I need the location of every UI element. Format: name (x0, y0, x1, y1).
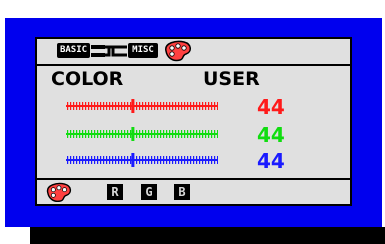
slider-knob[interactable] (131, 99, 135, 113)
channel-bar: R G B (37, 178, 350, 204)
green-channel-button[interactable]: G (141, 184, 157, 200)
osd-screen: BASIC MISC COLOR USER 44 44 44 R G B (35, 37, 352, 206)
slider-knob[interactable] (131, 153, 135, 167)
tab-basic[interactable]: BASIC (57, 43, 90, 58)
connector-icon (91, 45, 127, 57)
frame-shadow (30, 227, 385, 244)
red-value: 44 (257, 95, 285, 119)
palette-icon (46, 182, 72, 203)
palette-icon[interactable] (162, 40, 192, 62)
user-label: USER (203, 68, 260, 90)
green-value: 44 (257, 123, 285, 147)
tab-misc[interactable]: MISC (128, 43, 158, 58)
blue-value: 44 (257, 149, 285, 173)
green-slider[interactable] (66, 127, 218, 141)
blue-channel-button[interactable]: B (174, 184, 190, 200)
blue-slider[interactable] (66, 153, 218, 167)
color-label: COLOR (51, 68, 124, 90)
menu-tab-bar: BASIC MISC (37, 39, 350, 66)
red-channel-button[interactable]: R (107, 184, 123, 200)
red-slider[interactable] (66, 99, 218, 113)
slider-knob[interactable] (131, 127, 135, 141)
